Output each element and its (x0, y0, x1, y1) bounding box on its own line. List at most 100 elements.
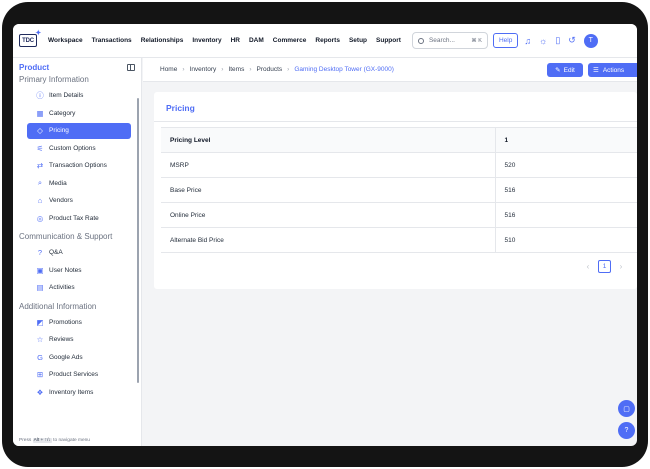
sidebar-item-label: Category (49, 109, 76, 117)
sidebar-item[interactable]: ⇄ Transaction Options (27, 158, 131, 174)
sidebar-item-label: Activities (49, 284, 75, 291)
app-screen: TDC ✦ Workspace Transactions Relationships… (13, 24, 637, 446)
sidebar-item-icon: ❖ (36, 387, 44, 397)
column-header: 1 (495, 127, 637, 153)
price-cell: 520 (495, 152, 637, 178)
pricing-level-cell: Base Price (161, 177, 496, 203)
bell-icon[interactable]: ♫ (524, 36, 531, 46)
nav-link[interactable]: Reports (315, 37, 340, 44)
prev-page-icon[interactable]: ‹ (582, 262, 594, 271)
logo-text: TDC (22, 37, 34, 44)
table-row: Base Price 516 (161, 177, 637, 203)
chevron-right-icon: › (182, 66, 185, 73)
edit-icon: ✎ (555, 67, 561, 74)
column-header: Pricing Level (161, 127, 496, 153)
top-navigation: TDC ✦ Workspace Transactions Relationships… (13, 24, 637, 58)
main-menu: Workspace Transactions Relationships Invent… (48, 37, 410, 44)
sidebar-item[interactable]: ? Q&A (27, 245, 131, 261)
sidebar-item-icon: ◎ (36, 213, 44, 223)
sidebar-item-icon: ▦ (36, 108, 44, 118)
search-shortcut: ⌘ K (471, 37, 482, 44)
sidebar-item-label: Transaction Options (49, 162, 107, 169)
sidebar-item[interactable]: ▦ Category (27, 105, 131, 121)
nav-link[interactable]: DAM (249, 37, 264, 44)
tablet-frame: TDC ✦ Workspace Transactions Relationships… (2, 2, 648, 467)
nav-link[interactable]: Relationships (141, 37, 184, 44)
pagination: ‹ 1 › (582, 260, 627, 273)
sidebar-scrollbar[interactable] (137, 98, 139, 383)
sidebar-item[interactable]: G Google Ads (27, 349, 131, 365)
nav-link[interactable]: Inventory (192, 37, 221, 44)
table-header-row: Pricing Level 1 (161, 127, 637, 153)
sidebar-title: Product (19, 62, 50, 72)
sidebar-item-icon: ⌂ (37, 196, 43, 205)
sidebar-item-label: Custom Options (49, 144, 96, 152)
sidebar-item-label: Media (49, 179, 67, 187)
table-row: MSRP 520 (161, 152, 637, 178)
sidebar-item[interactable]: ◇ Pricing (27, 122, 131, 139)
sidebar-item-label: Vendors (49, 197, 73, 204)
breadcrumb-item[interactable]: Gaming Desktop Tower (GX-9000) (294, 66, 394, 73)
price-cell: 510 (495, 227, 637, 253)
sidebar-item[interactable]: ❖ Inventory Items (27, 384, 131, 400)
pricing-table: Pricing Level 1 MSRP 520 Base Price 516 Onli… (161, 127, 637, 253)
price-cell: 516 (495, 202, 637, 228)
sidebar-item[interactable]: ▤ Activities (27, 280, 131, 296)
sidebar-item[interactable]: ◎ Product Tax Rate (27, 210, 131, 226)
breadcrumb-item[interactable]: Inventory (190, 66, 217, 73)
edit-button[interactable]: ✎ Edit (547, 63, 583, 77)
sidebar-item[interactable]: ⌕ Media (27, 175, 131, 191)
sidebar: Product Primary Information ⓘ Item Details… (13, 58, 142, 446)
keyboard-hint: Press Alt + ↑/↓ to navigate menu (19, 438, 90, 443)
chat-fab-icon[interactable]: ▢ (618, 400, 635, 417)
sidebar-menu: Primary Information ⓘ Item Details ▦ Categor… (13, 74, 141, 400)
search-box[interactable]: Search... ⌘ K (411, 32, 488, 49)
breadcrumb-item[interactable]: Products (257, 66, 283, 73)
nav-link[interactable]: Commerce (273, 37, 307, 44)
history-icon[interactable]: ↺ (568, 35, 576, 46)
sidebar-section-title: Primary Information (19, 75, 89, 84)
page-number[interactable]: 1 (598, 260, 611, 273)
nav-link[interactable]: Setup (349, 37, 367, 44)
avatar[interactable]: T (583, 33, 598, 48)
sidebar-item-label: Pricing (49, 127, 69, 134)
actions-label: Actions (602, 66, 625, 74)
help-button[interactable]: Help (492, 33, 519, 48)
sidebar-item[interactable]: ☆ Reviews (27, 332, 131, 348)
search-input[interactable]: Search... (429, 37, 471, 44)
sidebar-collapse-icon[interactable] (127, 63, 135, 71)
hint-prefix: Press (19, 438, 32, 443)
card-divider (154, 121, 637, 122)
nav-link[interactable]: HR (231, 37, 240, 44)
chevron-right-icon: › (287, 66, 290, 73)
pricing-level-cell: Alternate Bid Price (161, 227, 496, 253)
breadcrumb-item[interactable]: Items (228, 66, 244, 73)
nav-link[interactable]: Support (376, 37, 401, 44)
edit-label: Edit (563, 66, 575, 74)
sidebar-item[interactable]: ◩ Promotions (27, 314, 131, 330)
sidebar-item-label: Product Tax Rate (49, 214, 99, 222)
sidebar-item[interactable]: ⚟ Custom Options (27, 140, 131, 156)
sidebar-item-label: Promotions (49, 318, 82, 326)
actions-button[interactable]: ☰ Actions (588, 63, 637, 77)
bookmark-icon[interactable]: ▯ (555, 35, 560, 46)
section-title: Pricing (166, 103, 195, 113)
nav-link[interactable]: Workspace (48, 37, 83, 44)
nav-link[interactable]: Transactions (92, 37, 132, 44)
help-fab-icon[interactable]: ? (618, 422, 635, 439)
sun-icon[interactable]: ☼ (539, 36, 547, 46)
sidebar-item[interactable]: ▣ User Notes (27, 262, 131, 278)
breadcrumb-item[interactable]: Home (160, 66, 177, 73)
search-icon (417, 37, 424, 44)
sidebar-item-label: Google Ads (49, 353, 83, 361)
next-page-icon[interactable]: › (615, 262, 627, 271)
chevron-right-icon: › (221, 66, 224, 73)
sidebar-item-icon: G (37, 352, 43, 362)
app-logo[interactable]: TDC ✦ (19, 30, 41, 47)
sidebar-item[interactable]: ⓘ Item Details (27, 88, 131, 104)
sidebar-item-icon: ☆ (36, 335, 44, 344)
sidebar-item-icon: ◇ (37, 126, 43, 135)
sidebar-item[interactable]: ⌂ Vendors (27, 193, 131, 209)
sidebar-item[interactable]: ⊞ Product Services (27, 367, 131, 383)
sidebar-item-icon: ? (37, 248, 43, 257)
